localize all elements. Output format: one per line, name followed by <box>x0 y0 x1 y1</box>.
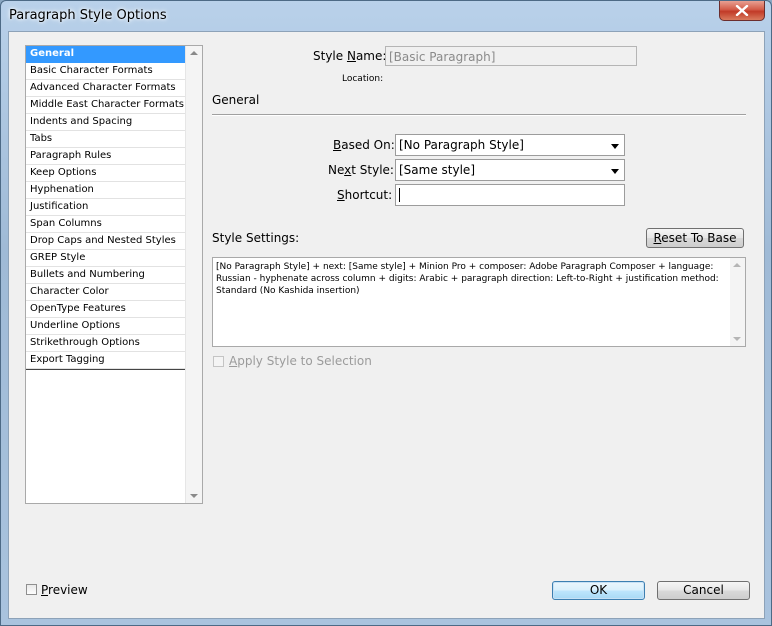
scroll-up-icon[interactable] <box>733 263 741 267</box>
cancel-button[interactable]: Cancel <box>657 581 750 600</box>
dialog-body: General Basic Character Formats Advanced C… <box>8 31 765 619</box>
based-on-label-post: ased On: <box>341 138 395 152</box>
ok-button[interactable]: OK <box>552 581 645 600</box>
chevron-down-icon <box>611 169 619 174</box>
shortcut-label: Shortcut: <box>337 188 392 202</box>
category-item[interactable]: Export Tagging <box>26 352 186 369</box>
category-item[interactable]: Middle East Character Formats <box>26 97 186 114</box>
style-name-label: Style Name: <box>313 49 386 63</box>
preview-label: Preview <box>41 583 88 597</box>
preview-label-key: P <box>41 583 49 597</box>
section-title: General <box>212 93 260 107</box>
preview-checkbox[interactable] <box>26 584 37 595</box>
based-on-label-key: B <box>333 138 342 152</box>
list-end-line <box>26 369 186 370</box>
shortcut-label-post: hortcut: <box>344 188 393 202</box>
category-item[interactable]: Indents and Spacing <box>26 114 186 131</box>
preview-label-post: review <box>48 583 88 597</box>
style-name-field: [Basic Paragraph] <box>385 46 637 66</box>
category-item[interactable]: General <box>26 46 186 63</box>
category-list[interactable]: General Basic Character Formats Advanced C… <box>25 45 203 504</box>
next-style-label: Next Style: <box>328 163 394 177</box>
based-on-dropdown[interactable]: [No Paragraph Style] <box>395 134 625 156</box>
location-label: Location: <box>342 74 384 84</box>
category-scrollbar[interactable] <box>185 46 202 503</box>
category-item[interactable]: Justification <box>26 199 186 216</box>
category-item[interactable]: OpenType Features <box>26 301 186 318</box>
apply-style-label-post: pply Style to Selection <box>237 354 372 368</box>
next-style-label-post: t Style: <box>351 163 394 177</box>
category-item[interactable]: Underline Options <box>26 318 186 335</box>
category-item[interactable]: GREP Style <box>26 250 186 267</box>
category-item[interactable]: Strikethrough Options <box>26 335 186 352</box>
chevron-down-icon <box>611 144 619 149</box>
category-item[interactable]: Drop Caps and Nested Styles <box>26 233 186 250</box>
category-item[interactable]: Tabs <box>26 131 186 148</box>
style-settings-scrollbar[interactable] <box>730 258 745 346</box>
close-button[interactable] <box>719 1 765 21</box>
style-name-label-pre: Style <box>313 49 347 63</box>
next-style-label-pre: Ne <box>328 163 345 177</box>
category-items: General Basic Character Formats Advanced C… <box>26 46 186 370</box>
shortcut-input[interactable] <box>395 184 625 206</box>
reset-label-post: eset To Base <box>661 231 737 245</box>
based-on-value: [No Paragraph Style] <box>399 138 524 152</box>
category-item[interactable]: Paragraph Rules <box>26 148 186 165</box>
style-settings-label: Style Settings: <box>212 231 300 245</box>
style-name-label-post: ame: <box>355 49 387 63</box>
scroll-up-icon[interactable] <box>190 51 198 55</box>
style-settings-text: [No Paragraph Style] + next: [Same style… <box>216 262 719 296</box>
shortcut-label-key: S <box>337 188 345 202</box>
category-item[interactable]: Span Columns <box>26 216 186 233</box>
dialog-window: Paragraph Style Options General Basic Cha… <box>0 0 772 626</box>
next-style-dropdown[interactable]: [Same style] <box>395 159 625 181</box>
next-style-value: [Same style] <box>399 163 475 177</box>
scroll-down-icon[interactable] <box>190 494 198 498</box>
style-name-label-key: N <box>346 49 356 63</box>
text-cursor <box>399 188 400 202</box>
apply-style-label: Apply Style to Selection <box>229 354 372 368</box>
category-item[interactable]: Hyphenation <box>26 182 186 199</box>
category-item[interactable]: Bullets and Numbering <box>26 267 186 284</box>
reset-to-base-button[interactable]: Reset To Base <box>646 228 744 248</box>
category-item[interactable]: Advanced Character Formats <box>26 80 186 97</box>
close-icon <box>735 5 749 16</box>
apply-style-label-key: A <box>229 354 238 368</box>
style-settings-box[interactable]: [No Paragraph Style] + next: [Same style… <box>212 257 746 347</box>
category-item[interactable]: Keep Options <box>26 165 186 182</box>
title-bar[interactable]: Paragraph Style Options <box>1 1 771 31</box>
apply-style-checkbox[interactable] <box>213 356 224 367</box>
category-item[interactable]: Basic Character Formats <box>26 63 186 80</box>
scroll-down-icon[interactable] <box>733 337 741 341</box>
window-title: Paragraph Style Options <box>9 8 167 23</box>
category-item[interactable]: Character Color <box>26 284 186 301</box>
section-divider <box>212 114 746 116</box>
based-on-label: Based On: <box>333 138 395 152</box>
